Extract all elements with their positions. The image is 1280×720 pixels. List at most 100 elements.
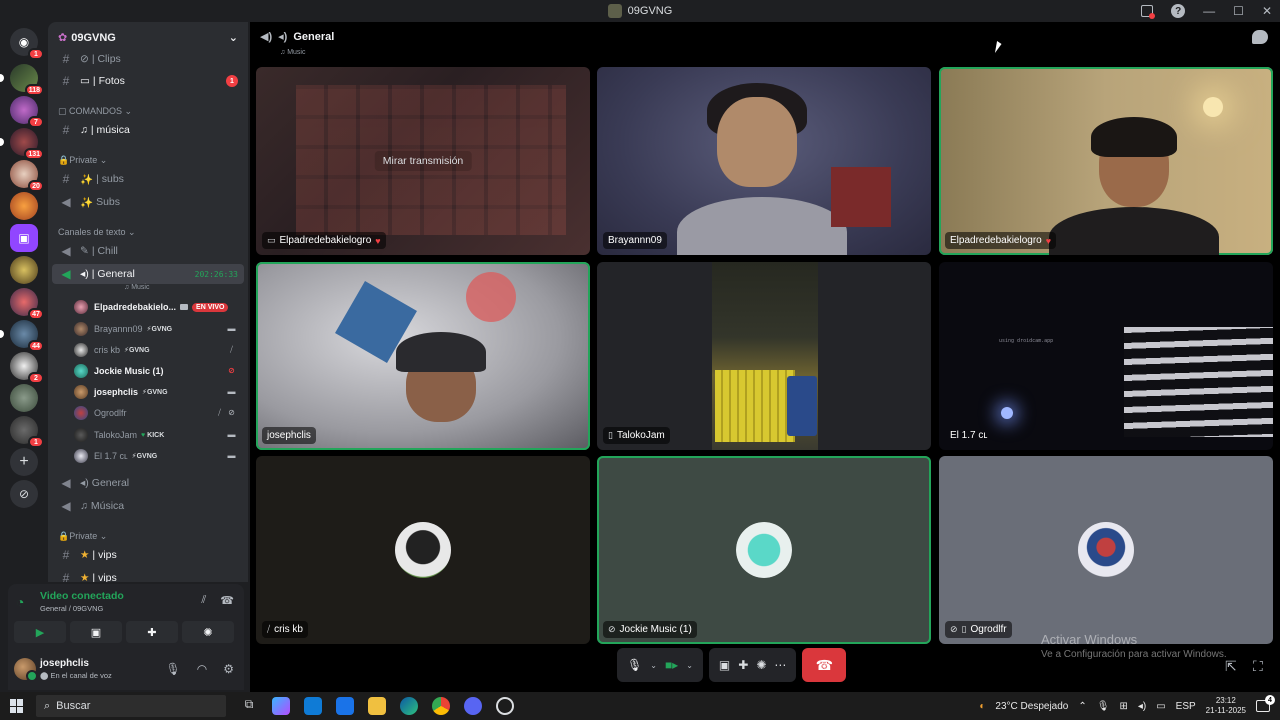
battery-icon[interactable]: ▭ (1156, 701, 1165, 712)
server-icon-5[interactable] (10, 192, 38, 220)
server-icon-10[interactable]: 2 (10, 352, 44, 384)
channel-fotos[interactable]: # ▭ | Fotos 1 (52, 71, 244, 91)
voice-status[interactable]: Video conectado (40, 590, 124, 602)
server-icon-12[interactable]: 1 (10, 416, 44, 448)
channel-vips-2[interactable]: # ★ | vips (52, 568, 244, 582)
disconnect-icon[interactable]: ☎ (220, 594, 234, 607)
voice-user[interactable]: TalokoJam ♥ KICK ▬ (74, 425, 244, 445)
activities-icon[interactable]: ✚ (738, 658, 748, 672)
chevron-down-icon[interactable]: ⌄ (686, 661, 693, 670)
fullscreen-icon[interactable]: ⛶ (1253, 658, 1263, 675)
server-icon-7[interactable] (10, 256, 38, 284)
inbox-icon[interactable] (1141, 5, 1156, 19)
language-indicator[interactable]: ESP (1176, 701, 1196, 712)
mic-icon[interactable]: 🎙 (166, 662, 181, 676)
taskbar-search[interactable]: ⌕ Buscar (36, 695, 226, 717)
voice-user[interactable]: Elpadredebakielo... EN VIVO (74, 297, 244, 317)
settings-gear-icon[interactable]: ⚙ (223, 662, 234, 676)
edge-icon[interactable] (400, 697, 418, 715)
channel-musica[interactable]: # ♫ | música (52, 120, 244, 140)
voice-channel-general1[interactable]: ◀ ◂) General (52, 473, 244, 493)
minimize-button[interactable]: — (1203, 4, 1215, 18)
maximize-button[interactable]: ☐ (1233, 4, 1244, 18)
voice-user[interactable]: Jockie Music (1) ⊘ (74, 361, 244, 381)
voice-channel-subs[interactable]: ◀ ✨ Subs (52, 192, 244, 212)
server-header[interactable]: ✿ 09GVNG ⌄ (48, 22, 248, 52)
popout-icon[interactable]: ⇱ (1225, 658, 1237, 675)
notification-icon[interactable]: 4 (1256, 695, 1275, 712)
file-explorer-icon[interactable] (368, 697, 386, 715)
network-icon[interactable]: ⊞ (1119, 701, 1127, 712)
clock[interactable]: 23:12 21-11-2025 (1206, 696, 1246, 716)
store-icon[interactable] (304, 697, 322, 715)
watch-stream-button[interactable]: Mirar transmisión (374, 151, 472, 171)
task-view-icon[interactable]: ⧉ (240, 697, 258, 715)
soundboard-button[interactable]: ✺ (182, 621, 234, 643)
chrome-icon[interactable] (432, 697, 450, 715)
copilot-icon[interactable] (272, 697, 290, 715)
channel-subs[interactable]: # ✨ | subs (52, 169, 244, 189)
voice-user[interactable]: josephclis ⚡GVNG ▬ (74, 382, 244, 402)
weather-icon[interactable]: ◐ (979, 701, 985, 712)
server-icon-3[interactable]: 131 (0, 128, 44, 160)
noise-suppression-icon[interactable]: ⫽ (201, 594, 206, 607)
chat-icon[interactable] (1252, 30, 1268, 44)
discord-icon[interactable] (464, 697, 482, 715)
screen-share-icon[interactable]: ▣ (719, 658, 730, 672)
voice-user[interactable]: El 1.7 ᴄʟ ⚡GVNG ▬ (74, 446, 244, 466)
chevron-down-icon[interactable]: ⌄ (650, 661, 657, 670)
stream-tile[interactable]: Mirar transmisión ▭ Elpadredebakielogro ♥ (256, 67, 590, 255)
chevron-up-icon[interactable]: ⌃ (1078, 701, 1086, 712)
voice-channel-general[interactable]: ◀ ◂) | General 202:26:33 (52, 264, 244, 284)
server-icon-1[interactable]: 118 (0, 64, 44, 96)
video-tile[interactable]: using droidcam.app El 1.7 ᴄʟ (939, 262, 1273, 450)
camera-icon[interactable]: ■▸ (665, 658, 678, 672)
voice-user[interactable]: Ogrodlfr ⧸ ⊘ (74, 403, 244, 423)
category-private-2[interactable]: 🔒Private ⌄ (58, 531, 107, 542)
weather-text[interactable]: 23°C Despejado (995, 701, 1068, 712)
voice-location[interactable]: General / 09GVNG (40, 604, 103, 613)
discord-home-icon[interactable]: ◉ 1 (10, 28, 44, 60)
voice-user[interactable]: cris kb ⚡GVNG ⧸ (74, 340, 244, 360)
channel-clips[interactable]: # ⊘ | Clips (52, 49, 244, 69)
twitch-icon[interactable]: ▣ (10, 224, 38, 252)
voice-channel-chill[interactable]: ◀ ✎ | Chill (52, 241, 244, 261)
help-icon[interactable]: ? (1171, 4, 1186, 18)
category-comandos[interactable]: ▢ COMANDOS ⌄ (58, 106, 132, 117)
audio-tile[interactable]: ⊘ ▯ Ogrodlfr (939, 456, 1273, 644)
windows-start-icon[interactable] (10, 699, 24, 713)
audio-tile[interactable]: ⧸ cris kb (256, 456, 590, 644)
avatar[interactable] (14, 658, 38, 682)
video-tile[interactable]: Elpadredebakielogro ♥ (939, 67, 1273, 255)
explore-icon[interactable]: ⊘ (10, 480, 38, 508)
headphones-icon[interactable]: ◠ (197, 662, 207, 676)
voice-channel-musica[interactable]: ◀ ♫ Música (52, 496, 244, 516)
activities-button[interactable]: ✚ (126, 621, 178, 643)
camera-button[interactable]: ▶ (14, 621, 66, 643)
server-icon-11[interactable] (10, 384, 38, 412)
user-name[interactable]: josephclis (40, 658, 89, 669)
more-icon[interactable]: ⋯ (774, 658, 786, 672)
mic-icon[interactable]: 🎙 (627, 658, 642, 672)
voice-user[interactable]: Brayannn09 ⚡GVNG ▬ (74, 319, 244, 339)
screen-share-button[interactable]: ▣ (70, 621, 122, 643)
obs-icon[interactable] (496, 697, 514, 715)
video-tile[interactable]: josephclis (256, 262, 590, 450)
signal-icon[interactable]: ◔ (16, 594, 24, 610)
server-icon-2[interactable]: 7 (10, 96, 44, 128)
soundboard-icon[interactable]: ✺ (756, 658, 766, 672)
server-icon-4[interactable]: 20 (10, 160, 44, 192)
server-icon-8[interactable]: 47 (10, 288, 44, 320)
mic-icon[interactable]: 🎙 (1097, 701, 1110, 712)
video-tile[interactable]: Brayannn09 (597, 67, 931, 255)
video-tile[interactable]: ▯ TalokoJam (597, 262, 931, 450)
disconnect-button[interactable]: ☎ (802, 648, 847, 682)
audio-tile[interactable]: ⊘ Jockie Music (1) (597, 456, 931, 644)
category-private[interactable]: 🔒Private ⌄ (58, 155, 107, 166)
add-server-icon[interactable]: + (10, 448, 38, 476)
category-canales-de-texto[interactable]: Canales de texto ⌄ (58, 227, 136, 238)
close-button[interactable]: ✕ (1262, 4, 1272, 18)
volume-icon[interactable]: ◂) (1138, 701, 1146, 712)
outlook-icon[interactable] (336, 697, 354, 715)
channel-vips[interactable]: # ★ | vips (52, 545, 244, 565)
